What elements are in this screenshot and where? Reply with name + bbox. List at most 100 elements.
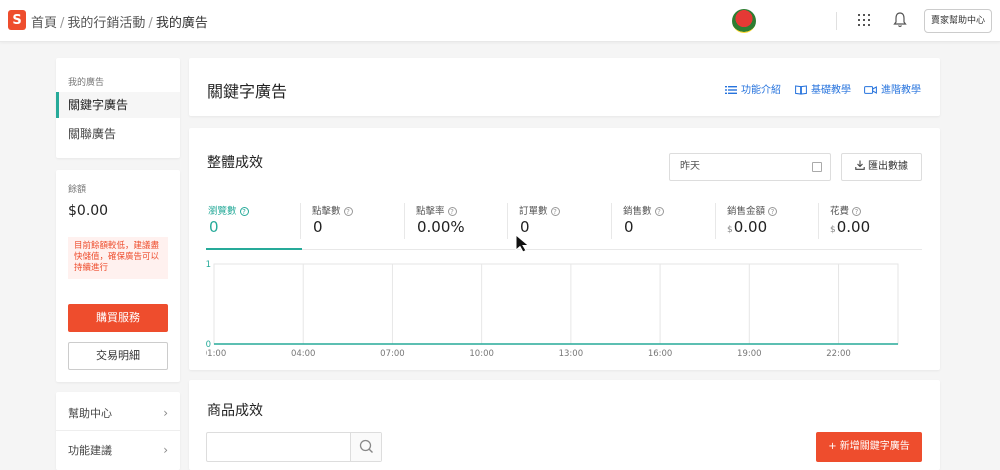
advanced-tutorial-label: 進階教學 — [881, 85, 921, 96]
help-divider — [56, 430, 180, 431]
metric-tab[interactable]: 點擊率? 0.00% — [416, 200, 519, 248]
metric-label: 瀏覽數? — [208, 203, 249, 217]
nav-heading: 我的廣告 — [68, 78, 105, 88]
help-tooltip-icon[interactable]: ? — [239, 207, 249, 216]
export-data-button[interactable]: 匯出數據 — [841, 153, 922, 181]
date-picker[interactable]: 昨天 — [669, 153, 831, 181]
metric-label-text: 瀏覽數 — [208, 206, 237, 217]
metric-label: 銷售金額? — [727, 203, 778, 217]
help-tooltip-icon[interactable]: ? — [447, 207, 457, 216]
metric-label: 花費? — [830, 203, 862, 217]
header-divider — [836, 12, 837, 30]
balance-label: 餘額 — [68, 185, 87, 195]
chart-x-tick-label: 01:00 — [206, 349, 226, 359]
feature-suggestion-link[interactable]: 功能建議 › — [68, 442, 168, 458]
metric-divider — [300, 203, 301, 239]
metric-value: 0 — [623, 218, 634, 236]
metric-tab[interactable]: 銷售金額? $0.00 — [727, 200, 830, 248]
chart-x-tick-label: 13:00 — [559, 349, 584, 359]
page-title: 關鍵字廣告 — [207, 82, 288, 101]
metric-label-text: 銷售數 — [623, 206, 652, 217]
metric-value-text: 0.00% — [417, 218, 465, 236]
metric-value-text: 0.00 — [836, 218, 871, 236]
metric-label-text: 銷售金額 — [727, 206, 766, 217]
metric-divider — [818, 203, 819, 239]
chevron-right-icon: › — [163, 443, 168, 457]
low-balance-warning: 目前餘額較低，建議盡快儲值，確保廣告可以持續進行 — [68, 237, 168, 279]
metric-label: 點擊數? — [312, 203, 353, 217]
buy-service-button[interactable]: 購買服務 — [68, 304, 168, 332]
sidebar-item-keyword-ads[interactable]: 關鍵字廣告 — [56, 92, 180, 118]
metric-value: 0 — [312, 218, 323, 236]
metric-value-text: 0 — [209, 218, 219, 236]
book-icon — [795, 85, 807, 95]
product-performance-title: 商品成效 — [207, 403, 263, 419]
top-bar: S 首頁 / 我的行銷活動 / 我的廣告 賣家幫助中心 — [0, 0, 1000, 42]
help-tooltip-icon[interactable]: ? — [654, 207, 664, 216]
metric-label: 訂單數? — [519, 203, 560, 217]
basic-tutorial-link[interactable]: 基礎教學 — [795, 81, 851, 96]
breadcrumb-my-ads: 我的廣告 — [155, 16, 208, 31]
help-tooltip-icon[interactable]: ? — [852, 207, 862, 216]
metric-tab[interactable]: 點擊數? 0 — [312, 200, 415, 248]
balance-card: 餘額 $0.00 目前餘額較低，建議盡快儲值，確保廣告可以持續進行 購買服務 交… — [56, 170, 180, 382]
advanced-tutorial-link[interactable]: 進階教學 — [864, 81, 921, 96]
chart-y-tick-label: 0 — [206, 340, 211, 350]
basic-tutorial-label: 基礎教學 — [811, 85, 851, 96]
bell-icon[interactable] — [893, 12, 907, 28]
chart-x-tick-label: 22:00 — [826, 349, 851, 359]
chart-y-tick-label: 1 — [206, 260, 211, 270]
avatar[interactable] — [732, 9, 756, 33]
chart-x-tick-label: 10:00 — [469, 349, 494, 359]
title-card: 關鍵字廣告 功能介紹 基礎教學 進階教學 — [189, 58, 940, 116]
calendar-icon — [812, 162, 822, 172]
metric-divider — [611, 203, 612, 239]
metric-divider — [507, 203, 508, 239]
download-icon — [855, 160, 865, 170]
impressions-line-chart: 01:00 04:00 07:00 10:00 13:00 16:00 19:00 22:00… — [206, 260, 899, 359]
metric-value-text: 0 — [313, 218, 323, 236]
breadcrumb-marketing[interactable]: 我的行銷活動 — [67, 16, 145, 31]
metric-label-text: 花費 — [830, 206, 850, 217]
overall-performance-title: 整體成效 — [207, 155, 263, 171]
metrics-row: 瀏覽數? 0 點擊數? 0 點擊率? 0.00% 訂單數? 0 銷售數? 0 銷售金額? $0.00 花… — [206, 200, 922, 250]
metric-value-text: 0.00 — [733, 218, 768, 236]
shopee-logo-icon[interactable]: S — [8, 10, 26, 30]
metric-tab[interactable]: 瀏覽數? 0 — [206, 200, 311, 250]
metric-value: $0.00 — [727, 218, 767, 236]
metric-value: 0.00% — [416, 218, 465, 236]
apps-grid-icon[interactable] — [858, 14, 870, 26]
add-keyword-ad-button[interactable]: + 新增關鍵字廣告 — [816, 432, 922, 462]
metric-divider — [715, 203, 716, 239]
metric-value: 0 — [208, 218, 219, 236]
chart-plot-frame — [213, 263, 899, 345]
help-tooltip-icon[interactable]: ? — [768, 207, 778, 216]
metric-label-text: 點擊率 — [416, 206, 445, 217]
help-tooltip-icon[interactable]: ? — [343, 207, 353, 216]
metric-tab[interactable]: 花費? $0.00 — [830, 200, 933, 248]
metric-tab[interactable]: 銷售數? 0 — [623, 200, 726, 248]
video-icon — [864, 86, 877, 94]
currency-symbol: $ — [727, 225, 733, 235]
metric-label: 點擊率? — [416, 203, 457, 217]
breadcrumb-home[interactable]: 首頁 — [31, 16, 57, 31]
transaction-details-button[interactable]: 交易明細 — [68, 342, 168, 370]
seller-help-center-button[interactable]: 賣家幫助中心 — [924, 9, 992, 33]
metric-value-text: 0 — [624, 218, 634, 236]
feature-intro-label: 功能介紹 — [741, 85, 781, 96]
metric-divider — [404, 203, 405, 239]
search-button[interactable] — [350, 433, 381, 461]
breadcrumb: 首頁 / 我的行銷活動 / 我的廣告 — [31, 16, 208, 31]
balance-value: $0.00 — [68, 203, 109, 219]
help-tooltip-icon[interactable]: ? — [550, 207, 560, 216]
mouse-cursor-icon — [515, 233, 530, 253]
list-icon — [725, 86, 737, 94]
date-picker-value: 昨天 — [680, 161, 700, 172]
help-center-link[interactable]: 幫助中心 › — [68, 405, 168, 421]
product-search-input[interactable] — [206, 432, 382, 462]
feature-intro-link[interactable]: 功能介紹 — [725, 81, 781, 96]
sidebar-item-related-ads[interactable]: 關聯廣告 — [56, 121, 180, 147]
help-center-label: 幫助中心 — [68, 407, 112, 420]
chevron-right-icon: › — [163, 406, 168, 420]
metric-value: $0.00 — [830, 218, 870, 236]
